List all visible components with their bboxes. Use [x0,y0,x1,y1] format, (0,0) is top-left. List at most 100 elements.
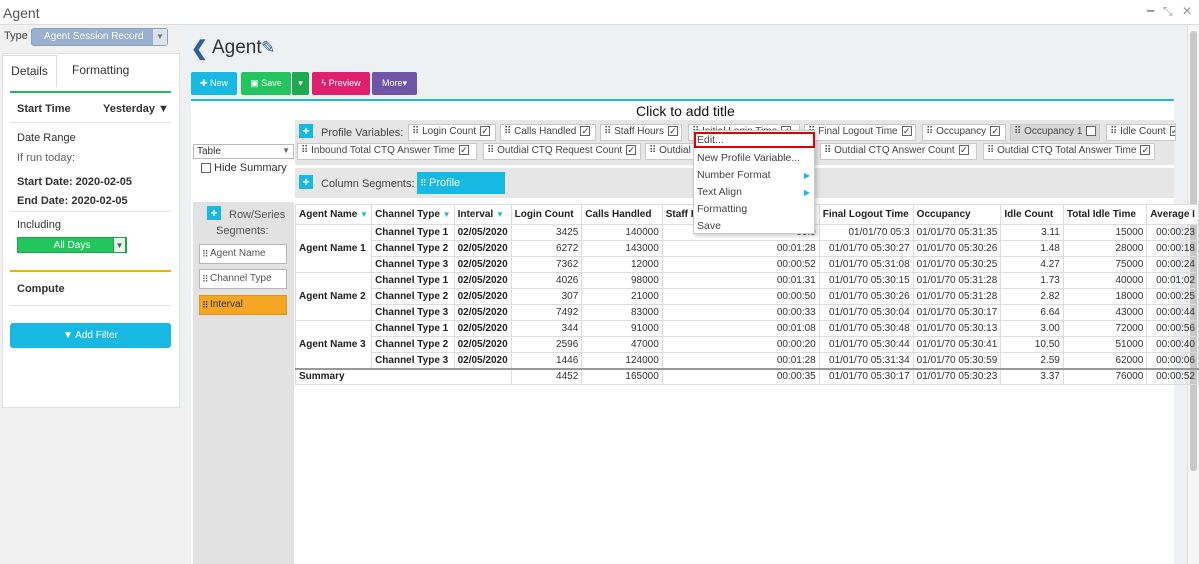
table-cell[interactable]: 00:00:52 [661,256,820,273]
table-cell[interactable]: 47000 [581,336,663,353]
table-cell[interactable]: 01/01/70 05:30:44 [818,336,914,353]
table-cell[interactable]: 00:00:06 [1146,352,1199,369]
table-cell[interactable]: 91000 [581,320,663,337]
tab-formatting[interactable]: Formatting [72,55,129,87]
row-chip-channel-type[interactable]: ⠿ Channel Type [199,269,287,289]
table-cell[interactable]: 01/01/70 05:31:08 [818,256,914,273]
profile-variable-chip[interactable]: ⠿ Final Logout Time [804,124,916,141]
table-cell[interactable]: 01/01/70 05:30:41 [912,336,1002,353]
table-cell[interactable]: 00:00:33 [661,304,820,321]
table-cell[interactable]: 4.27 [1000,256,1064,273]
menu-item-formatting[interactable]: Formatting [697,203,747,215]
table-cell[interactable]: 2.59 [1000,352,1064,369]
profile-variable-chip[interactable]: ⠿ Calls Handled [500,124,596,141]
table-cell[interactable]: Channel Type 2 [371,288,455,305]
table-cell[interactable]: 01/01/70 05:31:28 [912,288,1002,305]
start-time-select[interactable]: Yesterday ▼ [103,103,169,115]
table-cell[interactable]: 00:00:40 [1146,336,1199,353]
checkbox-icon[interactable] [667,126,678,137]
table-cell[interactable]: 1446 [510,352,583,369]
hide-summary-checkbox[interactable]: Hide Summary [201,162,287,174]
table-cell[interactable]: 7492 [510,304,583,321]
table-cell[interactable]: 2596 [510,336,583,353]
column-header[interactable]: Interval ▼ [453,204,512,225]
table-cell[interactable]: 01/01/70 05:30:26 [912,240,1002,257]
profile-variable-chip[interactable]: ⠿ Staff Hours [600,124,682,141]
table-cell[interactable]: 00:00:20 [661,336,820,353]
table-cell[interactable]: 00:00:25 [1146,288,1199,305]
profile-variable-chip[interactable]: ⠿ Outdial CTQ Answer Count [820,143,977,160]
agent-name-cell[interactable]: Agent Name 2 [294,272,373,321]
checkbox-icon[interactable] [580,126,591,137]
menu-item-number-format[interactable]: Number Format [697,169,771,181]
table-cell[interactable]: 02/05/2020 [453,224,512,241]
table-cell[interactable]: 75000 [1062,256,1148,273]
column-header[interactable]: Average I [1146,204,1199,225]
column-header[interactable]: Agent Name ▼ [294,204,373,225]
save-button[interactable]: ▣ Save [241,72,291,95]
minimize-icon[interactable]: ━ [1147,4,1154,18]
table-cell[interactable]: 01/01/70 05:30:27 [818,240,914,257]
table-cell[interactable]: Channel Type 3 [371,256,455,273]
row-chip-interval[interactable]: ⠿ Interval [199,295,287,315]
table-cell[interactable]: 02/05/2020 [453,352,512,369]
table-cell[interactable]: 00:01:02 [1146,272,1199,289]
column-header[interactable]: Channel Type ▼ [371,204,455,225]
checkbox-icon[interactable] [990,126,1001,137]
table-cell[interactable]: 00:00:23 [1146,224,1199,241]
table-cell[interactable]: 00:00:24 [1146,256,1199,273]
add-profile-variable-icon[interactable]: + [299,124,313,138]
table-cell[interactable]: 02/05/2020 [453,240,512,257]
table-cell[interactable]: 00:01:08 [661,320,820,337]
more-button[interactable]: More▾ [372,72,417,95]
checkbox-icon[interactable] [958,145,969,156]
table-cell[interactable]: 7362 [510,256,583,273]
profile-variable-chip[interactable]: ⠿ Idle Count [1106,124,1176,141]
table-cell[interactable]: 01/01/70 05:30:25 [912,256,1002,273]
table-cell[interactable]: 4026 [510,272,583,289]
table-cell[interactable]: 51000 [1062,336,1148,353]
checkbox-icon[interactable] [480,126,491,137]
table-cell[interactable]: 83000 [581,304,663,321]
column-header[interactable]: Occupancy [912,204,1002,225]
table-cell[interactable]: 143000 [581,240,663,257]
preview-button[interactable]: ϟ Preview [312,72,370,95]
table-cell[interactable]: 3.00 [1000,320,1064,337]
table-cell[interactable]: 00:00:50 [661,288,820,305]
type-select[interactable]: Agent Session Record ▼ [31,28,168,46]
tab-details[interactable]: Details [2,55,57,87]
edit-pencil-icon[interactable]: ✎ [261,38,275,58]
checkbox-icon[interactable] [1086,126,1097,137]
column-header[interactable]: Login Count [510,204,583,225]
table-cell[interactable]: 02/05/2020 [453,320,512,337]
menu-item-edit[interactable]: Edit... [697,134,724,146]
row-chip-agent-name[interactable]: ⠿ Agent Name [199,244,287,264]
checkbox-icon[interactable] [1169,126,1175,137]
table-cell[interactable]: 6272 [510,240,583,257]
profile-variable-chip[interactable]: ⠿ Outdial CTQ Total Answer Time [983,143,1155,160]
column-header[interactable]: Idle Count [1000,204,1064,225]
table-cell[interactable]: 01/01/70 05:30:48 [818,320,914,337]
table-cell[interactable]: 01/01/70 05:30:17 [912,304,1002,321]
table-cell[interactable]: Channel Type 2 [371,336,455,353]
table-cell[interactable]: 72000 [1062,320,1148,337]
table-cell[interactable]: 40000 [1062,272,1148,289]
profile-variable-chip[interactable]: ⠿ Outdial CTQ Request Count [483,143,641,160]
profile-variable-chip[interactable]: ⠿ Occupancy [922,124,1006,141]
table-cell[interactable]: 01/01/70 05:31:28 [912,272,1002,289]
table-cell[interactable]: 00:01:31 [661,272,820,289]
add-column-segment-icon[interactable]: + [299,175,313,189]
close-icon[interactable]: ✕ [1182,4,1192,18]
table-cell[interactable]: Channel Type 3 [371,304,455,321]
table-cell[interactable]: 1.48 [1000,240,1064,257]
back-icon[interactable]: ❮ [191,36,208,61]
compute-label[interactable]: Compute [17,283,65,295]
table-cell[interactable]: 62000 [1062,352,1148,369]
add-row-segment-icon[interactable]: + [207,206,221,220]
including-select[interactable]: All Days ▼ [17,237,127,253]
table-cell[interactable]: 00:01:28 [661,352,820,369]
table-cell[interactable]: 02/05/2020 [453,272,512,289]
table-cell[interactable]: 15000 [1062,224,1148,241]
table-cell[interactable]: 00:00:44 [1146,304,1199,321]
table-cell[interactable]: Channel Type 1 [371,224,455,241]
